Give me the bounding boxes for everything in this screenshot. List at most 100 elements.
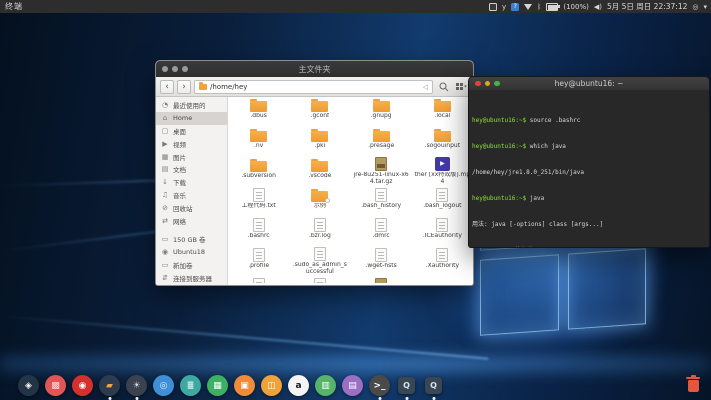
wallpaper-beam — [0, 356, 711, 372]
sidebar-item[interactable]: ◔ 最近使用的 — [156, 99, 227, 112]
file-item[interactable]: .dbus — [228, 95, 289, 125]
dock-item[interactable]: ▣ — [234, 375, 255, 396]
sidebar-item[interactable]: ♫ 音乐 — [156, 189, 227, 202]
dock-item[interactable]: ▩ — [45, 375, 66, 396]
file-icon — [314, 277, 326, 283]
dock-item[interactable]: ◈ — [18, 375, 39, 396]
file-item[interactable]: .local — [412, 95, 473, 125]
back-button[interactable]: ‹ — [160, 80, 174, 94]
file-item[interactable]: .dmrc — [351, 215, 412, 245]
sidebar-item-label: 下载 — [173, 177, 186, 187]
file-item[interactable]: jre-8u251-linux-x64.tar.gz — [351, 155, 412, 185]
close-button[interactable] — [475, 81, 481, 87]
forward-button[interactable]: › — [177, 80, 191, 94]
dock-item[interactable]: ▦ — [207, 375, 228, 396]
file-item[interactable] — [351, 275, 412, 283]
sidebar-item[interactable]: ◉ Ubuntu18 — [156, 246, 227, 259]
text-file-icon — [253, 248, 265, 262]
dock-item[interactable]: ▰ — [99, 375, 120, 396]
file-item[interactable]: .bash_logout — [412, 185, 473, 215]
file-item[interactable]: 示例 — [289, 185, 350, 215]
terminal-titlebar[interactable]: hey@ubuntu16: ~ — [469, 77, 709, 90]
file-item[interactable] — [228, 275, 289, 283]
terminal-text: which java — [526, 143, 566, 150]
terminal-title: hey@ubuntu16: ~ — [469, 79, 709, 88]
file-manager-titlebar[interactable]: 主文件夹 — [156, 61, 473, 77]
sidebar-item[interactable]: ⇄ 网络 — [156, 214, 227, 227]
clock[interactable]: 5月 5日 周日 22:37:12 — [607, 1, 687, 12]
minimize-button[interactable] — [172, 66, 178, 72]
sidebar-item[interactable]: ▤ 文档 — [156, 163, 227, 176]
file-item[interactable]: .ICEauthority — [412, 215, 473, 245]
sidebar-item[interactable]: ▢ 桌面 — [156, 125, 227, 138]
file-item[interactable] — [289, 275, 350, 283]
sidebar-item[interactable]: ▶ 视频 — [156, 137, 227, 150]
sidebar-item[interactable]: ↓ 下载 — [156, 176, 227, 189]
windows-logo-pane — [568, 248, 647, 330]
dock-item[interactable]: Q — [396, 375, 417, 396]
input-method-icon[interactable] — [489, 3, 497, 11]
maximize-button[interactable] — [494, 81, 500, 87]
file-item[interactable]: .vscode — [289, 155, 350, 185]
dock-item[interactable]: ▥ — [315, 375, 336, 396]
file-name: .dmrc — [373, 233, 390, 240]
file-item[interactable]: .bashrc — [228, 215, 289, 245]
terminal-output[interactable]: hey@ubuntu16:~$ source .bashrc hey@ubunt… — [469, 90, 709, 248]
dock-item[interactable]: Q — [423, 375, 444, 396]
input-layout-indicator[interactable]: y — [502, 3, 506, 11]
volume-icon[interactable]: ◀) — [594, 3, 602, 11]
file-item[interactable]: ther [xx特效版].mp4 — [412, 155, 473, 185]
file-item[interactable]: .subversion — [228, 155, 289, 185]
dock-item[interactable]: >_ — [369, 375, 390, 396]
file-item[interactable]: .presage — [351, 125, 412, 155]
minimize-button[interactable] — [485, 81, 491, 87]
file-item[interactable]: .sogouinput — [412, 125, 473, 155]
terminal-text: /home/hey/jre1.8.0_251/bin/java — [472, 169, 584, 176]
close-button[interactable] — [162, 66, 168, 72]
file-item[interactable]: .Xauthority — [412, 245, 473, 275]
dock-item[interactable]: ◫ — [261, 375, 282, 396]
sidebar-item[interactable]: ▭ 150 GB 卷 — [156, 233, 227, 246]
dock-item[interactable]: ▤ — [342, 375, 363, 396]
dock-item[interactable]: a — [288, 375, 309, 396]
file-item[interactable]: .sudo_as_admin_successful — [289, 245, 350, 275]
text-file-icon — [253, 218, 265, 232]
sidebar-item[interactable]: ▦ 图片 — [156, 150, 227, 163]
file-icon — [435, 157, 450, 171]
clear-path-icon[interactable]: ◁ — [423, 83, 428, 91]
active-app-name[interactable]: 终端 — [5, 1, 23, 12]
file-item[interactable]: .bash_history — [351, 185, 412, 215]
trash-icon[interactable] — [685, 375, 701, 393]
file-item[interactable]: 工程代码.txt — [228, 185, 289, 215]
sidebar-item[interactable]: ⊘ 回收站 — [156, 201, 227, 214]
sidebar-item-label: 图片 — [173, 152, 186, 162]
file-item[interactable]: .pki — [289, 125, 350, 155]
sidebar-item[interactable]: ⇵ 连接到服务器 — [156, 271, 227, 284]
path-bar[interactable]: /home/hey ◁ — [194, 80, 433, 94]
sidebar-item[interactable]: ⌂ Home — [156, 112, 227, 125]
prompt-text: hey@ubuntu16:~$ — [472, 143, 526, 150]
trash-body — [688, 380, 699, 392]
wifi-icon[interactable] — [524, 4, 532, 10]
bluetooth-icon[interactable]: ᛒ — [537, 3, 541, 11]
dock-item[interactable]: ☀ — [126, 375, 147, 396]
battery-icon[interactable] — [546, 3, 558, 11]
file-item[interactable]: .bzr.log — [289, 215, 350, 245]
dock-item[interactable]: ≣ — [180, 375, 201, 396]
power-icon[interactable]: ◎ — [692, 3, 698, 11]
file-item[interactable]: .profile — [228, 245, 289, 275]
sidebar-item[interactable]: ▭ 新加卷 — [156, 259, 227, 272]
file-item[interactable]: .gconf — [289, 95, 350, 125]
file-item[interactable]: .wget-hsts — [351, 245, 412, 275]
search-button[interactable] — [436, 80, 451, 94]
file-icon — [314, 217, 326, 232]
file-item[interactable]: .gnupg — [351, 95, 412, 125]
maximize-button[interactable] — [182, 66, 188, 72]
view-options-button[interactable] — [454, 80, 469, 94]
terminal-line: hey@ubuntu16:~$ which java — [472, 144, 706, 151]
dock-item[interactable]: ◎ — [153, 375, 174, 396]
help-icon[interactable]: ? — [511, 3, 519, 11]
file-grid: .dbus .gconf — [228, 95, 473, 283]
dock-item[interactable]: ◉ — [72, 375, 93, 396]
file-item[interactable]: .nv — [228, 125, 289, 155]
